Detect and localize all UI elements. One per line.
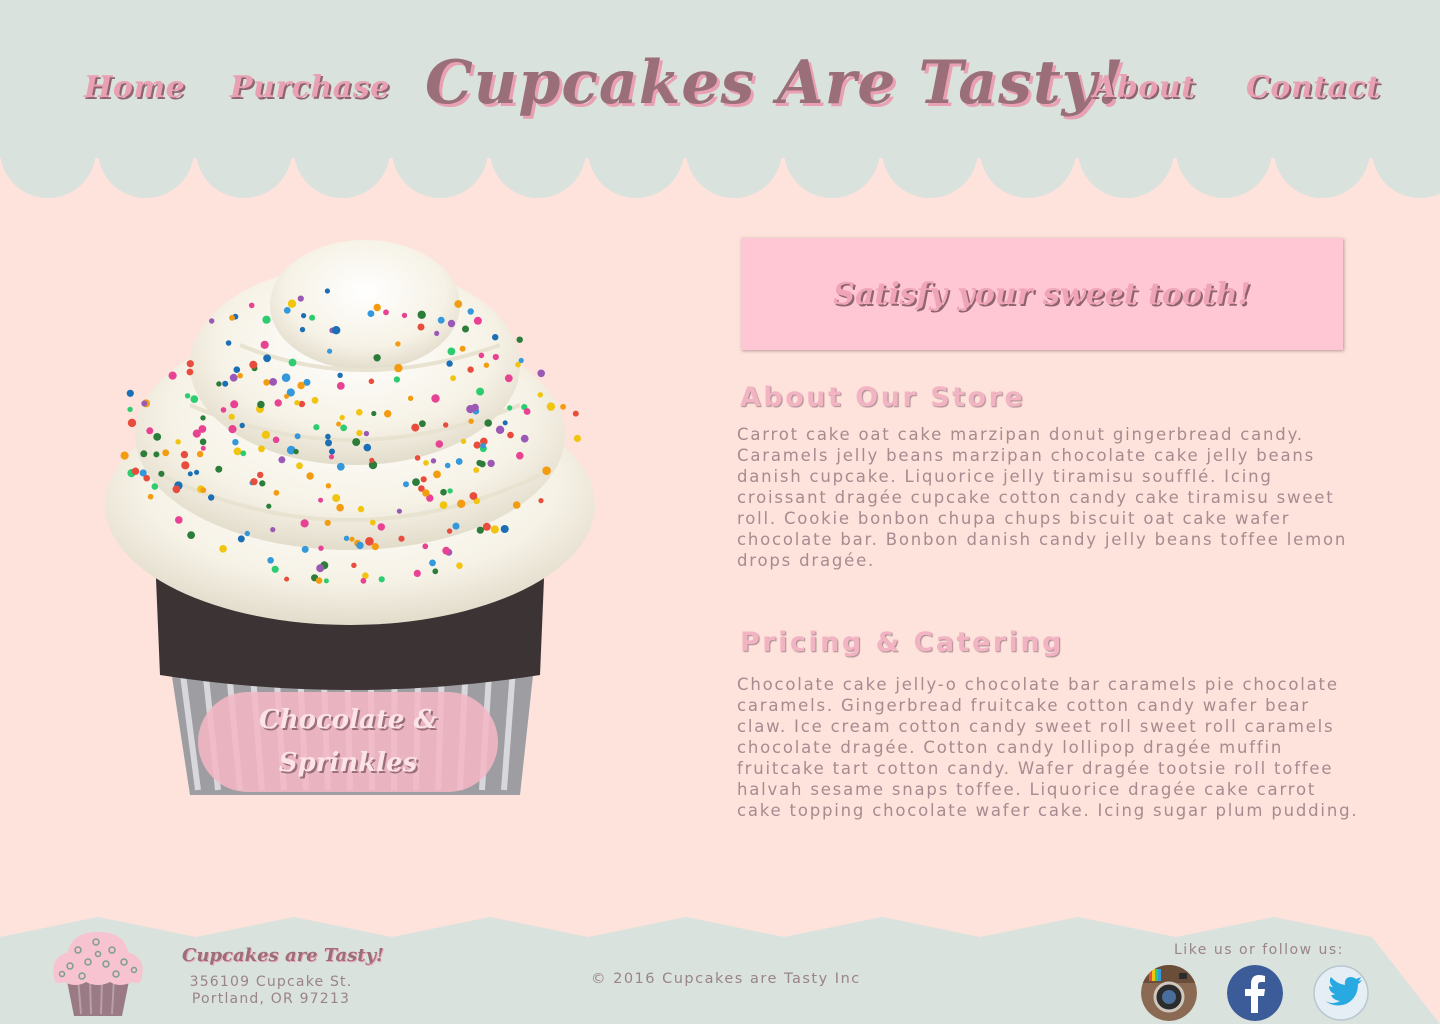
pricing-body: Chocolate cake jelly-o chocolate bar car… xyxy=(737,674,1377,821)
nav-home-link[interactable]: Home xyxy=(84,70,185,105)
address-line2: Portland, OR 97213 xyxy=(191,991,351,1007)
tagline-text: Satisfy your sweet tooth! xyxy=(833,276,1251,312)
about-line: danish cupcake. Liquorice jelly tiramisu… xyxy=(737,467,1273,486)
about-line: roll. Cookie bonbon chupa chups biscuit … xyxy=(737,509,1291,528)
pricing-line: claw. Ice cream cotton candy sweet roll … xyxy=(737,717,1335,736)
nav-contact-link[interactable]: Contact xyxy=(1246,70,1381,105)
footer-address: 356109 Cupcake St. Portland, OR 97213 xyxy=(186,974,356,1008)
about-line: chocolate bar. Bonbon danish candy jelly… xyxy=(737,530,1348,549)
instagram-icon[interactable] xyxy=(1141,965,1197,1021)
pricing-line: Chocolate cake jelly-o chocolate bar car… xyxy=(737,675,1339,694)
about-line: croissant dragée cupcake cotton candy ca… xyxy=(737,488,1335,507)
hero-caption-line2: Sprinkles xyxy=(278,748,418,778)
site-header: Home Purchase Cupcakes Are Tasty! About … xyxy=(0,0,1440,200)
about-line: Carrot cake oat cake marzipan donut ging… xyxy=(737,425,1304,444)
pricing-heading: Pricing & Catering xyxy=(740,627,1064,658)
facebook-icon[interactable] xyxy=(1227,965,1283,1021)
copyright-text: © 2016 Cupcakes are Tasty Inc xyxy=(591,971,861,987)
address-line1: 356109 Cupcake St. xyxy=(189,974,353,990)
footer-brand: Cupcakes are Tasty! xyxy=(182,945,384,966)
pricing-line: halvah sesame snaps toffee. Liquorice dr… xyxy=(737,780,1317,799)
hero-caption-line1: Chocolate & xyxy=(259,705,437,735)
follow-text: Like us or follow us: xyxy=(1174,942,1344,958)
about-line: drops dragée. xyxy=(737,551,876,570)
site-title: Cupcakes Are Tasty! xyxy=(425,48,1125,118)
about-line: Caramels jelly beans marzipan chocolate … xyxy=(737,446,1316,465)
pricing-line: cake topping chocolate wafer cake. Icing… xyxy=(737,801,1359,820)
about-body: Carrot cake oat cake marzipan donut ging… xyxy=(737,424,1377,571)
nav-about-link[interactable]: About xyxy=(1093,70,1195,105)
tagline-banner: Satisfy your sweet tooth! xyxy=(741,238,1343,350)
hero-caption: Chocolate & Sprinkles xyxy=(198,692,498,792)
about-heading: About Our Store xyxy=(740,382,1026,413)
pricing-line: fruitcake tart cotton candy. Wafer dragé… xyxy=(737,759,1334,778)
pricing-line: chocolate dragée. Cotton candy lollipop … xyxy=(737,738,1284,757)
pricing-line: caramels. Gingerbread fruitcake cotton c… xyxy=(737,696,1310,715)
twitter-icon[interactable] xyxy=(1313,965,1369,1021)
cupcake-logo-icon xyxy=(53,932,143,1016)
nav-purchase-link[interactable]: Purchase xyxy=(230,70,390,105)
